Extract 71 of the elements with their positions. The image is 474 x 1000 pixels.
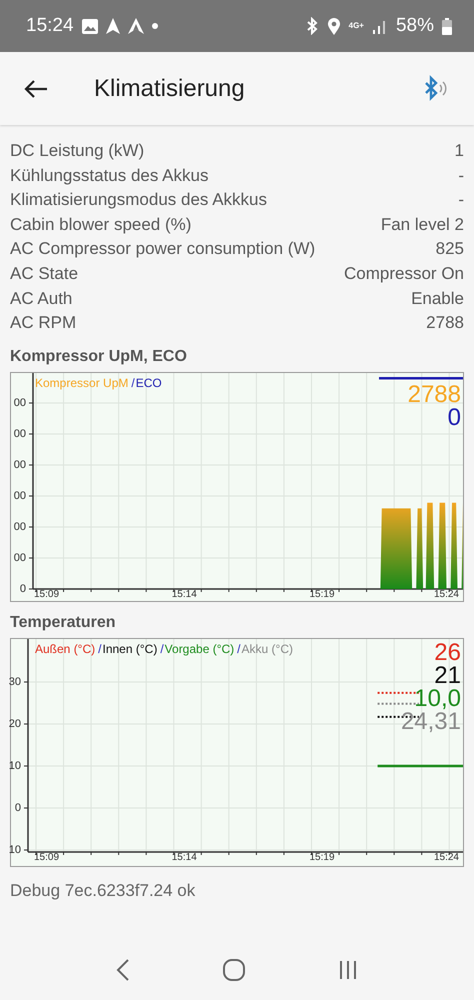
legend-separator: /: [160, 642, 164, 656]
legend-separator: /: [131, 376, 135, 390]
x-tick-label: 15:24: [434, 588, 459, 601]
current-value: 2788: [408, 382, 461, 406]
network-label: 4G+: [348, 22, 364, 30]
row-value: 2788: [426, 312, 464, 334]
y-tick-label: 20: [8, 716, 21, 731]
home-icon[interactable]: [222, 959, 245, 981]
dot-icon: [152, 23, 158, 29]
row-label: AC State: [10, 262, 78, 285]
y-tick-label: 10: [8, 758, 21, 773]
row-value: Fan level 2: [380, 214, 464, 236]
page-title: Klimatisierung: [94, 74, 246, 102]
x-tick-label: 15:24: [434, 852, 459, 864]
x-tick-label: 15:19: [310, 588, 335, 601]
legend-separator: /: [237, 642, 241, 656]
row-label: AC Auth: [10, 288, 72, 310]
back-arrow-icon[interactable]: [24, 78, 48, 98]
legend-label: Kompressor UpM: [35, 376, 128, 390]
y-tick-label: 10: [8, 842, 21, 857]
y-tick-label: 00: [14, 520, 26, 534]
row-value: Compressor On: [344, 262, 464, 285]
y-tick-label: 00: [14, 458, 26, 472]
x-tick-label: 15:09: [34, 588, 60, 601]
chart-title: Kompressor UpM, ECO: [10, 348, 188, 366]
y-tick-label: 00: [14, 396, 26, 410]
bluetooth-icon: [304, 17, 319, 35]
current-value: 0: [448, 406, 461, 429]
navigation-icon: [106, 18, 120, 34]
row-label: AC Compressor power consumption (W): [10, 238, 316, 260]
chart-title: Temperaturen: [10, 614, 117, 632]
row-value: 1: [454, 140, 464, 162]
legend-separator: /: [98, 642, 102, 656]
row-value: -: [458, 189, 464, 212]
image-icon: [82, 18, 98, 34]
y-tick-label: 00: [14, 426, 26, 441]
navigation-icon: [128, 18, 144, 34]
x-tick-label: 15:19: [310, 852, 335, 864]
y-tick-label: 00: [14, 550, 26, 565]
row-value: 825: [436, 238, 464, 260]
debug-text: Debug 7ec.6233f7.24 ok: [10, 880, 196, 901]
current-value: 10,0: [414, 686, 461, 710]
y-tick-label: 30: [8, 674, 21, 689]
back-icon[interactable]: [116, 959, 130, 981]
legend-label: Vorgabe (°C): [164, 642, 234, 656]
y-tick-label: 0: [14, 800, 21, 815]
recents-icon[interactable]: [338, 960, 358, 980]
battery-percent: 58%: [396, 15, 434, 37]
y-tick-label: 0: [20, 582, 26, 596]
legend-label: Akku (°C): [242, 642, 293, 656]
row-label: Kühlungsstatus des Akkus: [10, 164, 208, 187]
y-tick-label: 00: [14, 488, 26, 503]
row-label: DC Leistung (kW): [10, 140, 144, 162]
legend-label: Innen (°C): [102, 642, 158, 656]
row-value: Enable: [411, 288, 464, 310]
row-label: Cabin blower speed (%): [10, 214, 192, 236]
row-label: Klimatisierungsmodus des Akkkus: [10, 189, 268, 212]
x-tick-label: 15:14: [172, 588, 197, 601]
current-value: 26: [434, 640, 461, 664]
legend-label: Außen (°C): [35, 642, 96, 656]
row-label: AC RPM: [10, 312, 76, 334]
clock: 15:24: [26, 15, 74, 37]
x-tick-label: 15:14: [172, 852, 197, 864]
row-value: -: [458, 164, 464, 187]
legend-label: ECO: [136, 376, 162, 390]
current-value: 21: [434, 664, 461, 687]
signal-icon: [372, 18, 388, 34]
location-icon: [326, 17, 341, 35]
current-value: 24,31: [400, 710, 461, 733]
battery-icon: [442, 18, 452, 34]
x-tick-label: 15:09: [34, 852, 60, 864]
